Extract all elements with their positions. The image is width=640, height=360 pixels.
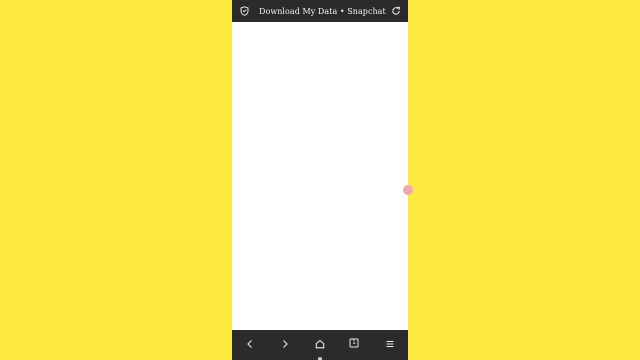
home-button[interactable]	[312, 335, 328, 351]
address-bar[interactable]: Download My Data • Snapchat	[232, 0, 408, 22]
forward-button[interactable]	[277, 335, 293, 351]
web-content[interactable]	[232, 22, 408, 330]
phone-browser: Download My Data • Snapchat 1	[232, 0, 408, 360]
screen: Download My Data • Snapchat 1	[0, 0, 640, 360]
back-button[interactable]	[242, 335, 258, 351]
page-title[interactable]: Download My Data • Snapchat	[259, 7, 391, 16]
bottom-navigation-bar: 1	[232, 330, 408, 360]
chevron-left-icon	[245, 334, 255, 353]
tab-count: 1	[352, 339, 356, 346]
chevron-right-icon	[280, 334, 290, 353]
tabs-icon: 1	[349, 338, 359, 348]
tabs-button[interactable]: 1	[346, 335, 362, 351]
edge-handle[interactable]	[403, 185, 413, 195]
shield-icon[interactable]	[239, 6, 249, 16]
reload-icon[interactable]	[391, 6, 401, 16]
menu-icon	[385, 334, 395, 353]
menu-button[interactable]	[382, 335, 398, 351]
home-icon	[315, 334, 325, 353]
